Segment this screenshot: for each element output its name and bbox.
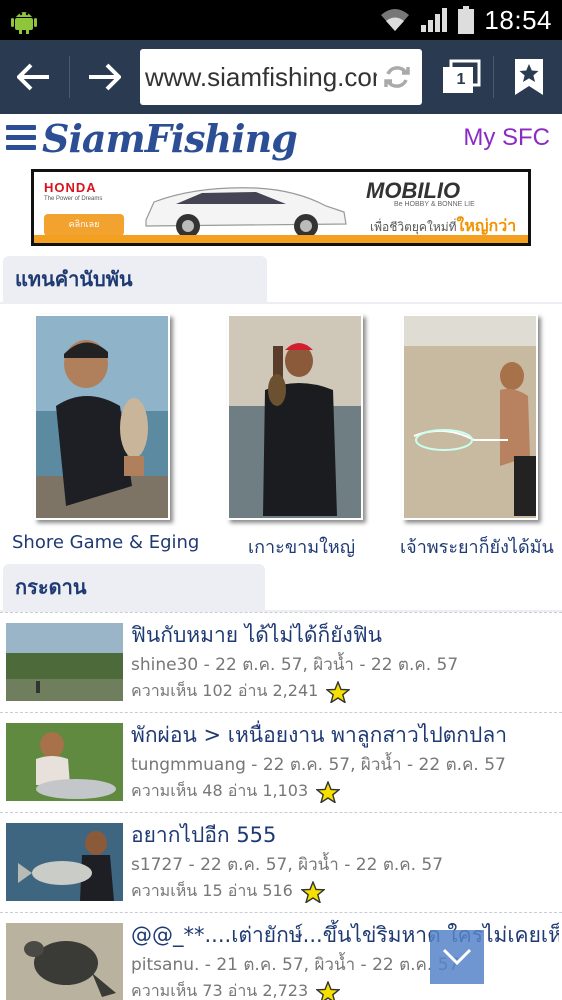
bookmark-star-icon [515, 59, 543, 95]
forward-arrow-icon [89, 63, 121, 91]
featured-photo[interactable] [34, 314, 170, 520]
featured-photo[interactable] [227, 314, 363, 520]
featured-photo[interactable] [402, 314, 538, 520]
wifi-icon [381, 9, 410, 31]
board-heading: กระดาน [3, 564, 265, 612]
ad-banner[interactable]: HONDA The Power of Dreams คลิกเลย MOBILI… [31, 169, 531, 246]
scroll-down-button[interactable] [430, 930, 484, 984]
list-item[interactable]: ฟินกับหมาย ได้ไม่ได้ก็ยังฟิน shine30 - 2… [0, 612, 562, 712]
post-title[interactable]: @@_**....เต่ายักษ์...ขึ้นไข่ริมหาด ใครไม… [131, 919, 559, 952]
post-stats-text: ความเห็น 73 อ่าน 2,723 [131, 981, 309, 1000]
star-icon [326, 680, 351, 703]
post-stats: ความเห็น 102 อ่าน 2,241 [131, 679, 351, 704]
browser-toolbar: www.siamfishing.com 1 [0, 40, 562, 114]
featured-section-header: แทนคำนับพัน [0, 256, 562, 304]
my-sfc-link[interactable]: My SFC [463, 124, 550, 152]
site-logo[interactable]: SiamFishing [42, 114, 298, 164]
url-text[interactable]: www.siamfishing.com [145, 49, 377, 105]
post-thumbnail[interactable] [6, 823, 123, 901]
post-stats-text: ความเห็น 102 อ่าน 2,241 [131, 681, 319, 700]
site-header: SiamFishing My SFC [0, 114, 562, 164]
car-image [145, 187, 347, 238]
featured-caption[interactable]: เจ้าพระยาก็ยังได้มัน [400, 532, 554, 561]
star-icon [316, 980, 341, 1000]
post-thumbnail[interactable] [6, 923, 123, 1000]
tabs-icon: 1 [441, 59, 481, 95]
post-stats: ความเห็น 48 อ่าน 1,103 [131, 779, 341, 804]
forward-button[interactable] [70, 40, 138, 114]
post-title[interactable]: ฟินกับหมาย ได้ไม่ได้ก็ยังฟิน [131, 619, 559, 652]
tabs-button[interactable]: 1 [430, 40, 492, 114]
post-meta: shine30 - 22 ต.ค. 57, ผิวน้ำ - 22 ต.ค. 5… [131, 655, 459, 675]
signal-icon [421, 8, 448, 32]
chevron-down-icon [442, 948, 472, 966]
featured-caption[interactable]: เกาะขามใหญ่ [248, 532, 355, 561]
bookmark-button[interactable] [496, 40, 562, 114]
post-meta: pitsanu. - 21 ต.ค. 57, ผิวน้ำ - 22 ต.ค. … [131, 955, 460, 975]
back-arrow-icon [17, 63, 49, 91]
ad-tagline-highlight: ใหญ่กว่า [456, 216, 517, 235]
post-title[interactable]: อยากไปอีก 555 [131, 819, 559, 852]
list-item[interactable]: อยากไปอีก 555 s1727 - 22 ต.ค. 57, ผิวน้ำ… [0, 812, 562, 912]
featured-heading: แทนคำนับพัน [3, 256, 267, 304]
ad-click-button[interactable]: คลิกเลย [44, 214, 124, 236]
list-item[interactable]: พักผ่อน > เหนื่อยงาน พาลูกสาวไปตกปลา tun… [0, 712, 562, 812]
post-meta: s1727 - 22 ต.ค. 57, ผิวน้ำ - 22 ต.ค. 57 [131, 855, 444, 875]
hamburger-icon[interactable] [6, 125, 36, 151]
ad-tagline-prefix: เพื่อชีวิตยุคใหม่ที่ [370, 220, 457, 234]
reload-icon[interactable] [382, 62, 412, 92]
post-stats: ความเห็น 15 อ่าน 516 [131, 879, 325, 904]
status-time: 18:54 [484, 4, 552, 35]
android-icon [11, 12, 37, 34]
post-stats: ความเห็น 73 อ่าน 2,723 [131, 979, 341, 1000]
star-icon [316, 780, 341, 803]
featured-strip: Shore Game & Eging เกาะขามใหญ่ เจ้าพระยา… [0, 308, 562, 563]
battery-icon [458, 6, 475, 34]
post-meta: tungmmuang - 22 ต.ค. 57, ผิวน้ำ - 22 ต.ค… [131, 755, 506, 775]
tabs-count: 1 [456, 71, 466, 88]
ad-model-sub: Be HOBBY & BONNE LIE [394, 201, 475, 208]
post-stats-text: ความเห็น 15 อ่าน 516 [131, 881, 293, 900]
post-thumbnail[interactable] [6, 723, 123, 801]
post-stats-text: ความเห็น 48 อ่าน 1,103 [131, 781, 309, 800]
star-icon [300, 880, 325, 903]
back-button[interactable] [0, 40, 68, 114]
status-bar: 18:54 [0, 0, 562, 40]
board-section-header: กระดาน [0, 564, 562, 612]
post-thumbnail[interactable] [6, 623, 123, 701]
post-title[interactable]: พักผ่อน > เหนื่อยงาน พาลูกสาวไปตกปลา [131, 719, 559, 752]
ad-brand-sub: The Power of Dreams [44, 196, 103, 202]
ad-brand: HONDA [44, 180, 97, 195]
featured-caption[interactable]: Shore Game & Eging [12, 532, 199, 553]
url-bar[interactable]: www.siamfishing.com [140, 49, 422, 105]
